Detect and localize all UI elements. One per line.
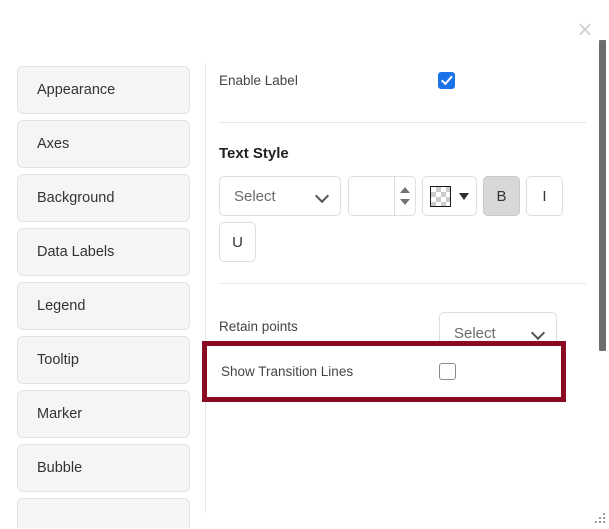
spinner-down-icon[interactable] [400,199,410,205]
sidebar-item-data-labels[interactable]: Data Labels [17,228,190,276]
vertical-scrollbar-thumb[interactable] [599,40,606,351]
underline-label: U [232,233,243,251]
font-color-picker[interactable] [422,176,477,216]
resize-grip-icon[interactable] [591,511,607,527]
sidebar-item-legend[interactable]: Legend [17,282,190,330]
italic-label: I [542,187,547,205]
sidebar-item-label: Appearance [37,82,116,98]
font-size-spinner[interactable] [394,177,415,215]
sidebar-item-label: Legend [37,298,86,314]
font-family-select-value: Select [234,187,276,205]
retain-points-select-value: Select [454,324,496,342]
divider-after-enable-label [219,122,586,123]
sidebar-item-label: Axes [37,136,70,152]
underline-button[interactable]: U [219,222,256,262]
enable-label-text: Enable Label [219,72,298,88]
text-style-heading: Text Style [219,145,289,162]
caret-down-icon [459,192,469,200]
bold-button[interactable]: B [483,176,520,216]
settings-content-pane: Enable Label Text Style Select B I U Ret… [219,60,589,354]
font-family-select[interactable]: Select [219,176,341,216]
show-transition-lines-label: Show Transition Lines [221,364,354,379]
enable-label-checkbox[interactable] [438,71,455,89]
retain-points-row: Retain points Select [219,312,589,354]
settings-category-sidebar: Appearance Axes Background Data Labels L… [17,66,190,528]
show-transition-lines-checkbox[interactable] [439,363,456,380]
sidebar-item-bubble[interactable]: Bubble [17,444,190,492]
enable-label-row: Enable Label [219,60,589,100]
text-style-toolbar-row2: U [219,222,589,262]
sidebar-item-label: Background [37,190,115,206]
italic-button[interactable]: I [526,176,563,216]
show-transition-lines-row: Show Transition Lines [207,346,561,397]
bold-label: B [496,187,507,205]
font-size-input[interactable] [349,177,394,215]
text-style-toolbar: Select B I [219,176,589,216]
sidebar-item-label: Tooltip [37,352,79,368]
settings-dialog: × Appearance Axes Background Data Labels… [0,0,609,529]
sidebar-item-label: Marker [37,406,83,422]
spinner-up-icon[interactable] [400,187,410,193]
divider-after-text-style [219,283,586,284]
panel-divider [205,63,206,513]
sidebar-item-label: Data Labels [37,244,115,260]
retain-points-label: Retain points [219,318,298,334]
close-icon[interactable]: × [574,18,596,40]
sidebar-item-axes[interactable]: Axes [17,120,190,168]
chevron-down-icon [532,327,545,340]
chevron-down-icon [316,190,329,203]
sidebar-item-label: Bubble [37,460,83,476]
sidebar-item-tooltip[interactable]: Tooltip [17,336,190,384]
sidebar-item-partial[interactable] [17,498,190,528]
font-size-stepper[interactable] [348,176,416,216]
color-swatch-icon [430,185,451,207]
sidebar-item-marker[interactable]: Marker [17,390,190,438]
show-transition-lines-highlight: Show Transition Lines [202,341,566,402]
sidebar-item-appearance[interactable]: Appearance [17,66,190,114]
sidebar-item-background[interactable]: Background [17,174,190,222]
